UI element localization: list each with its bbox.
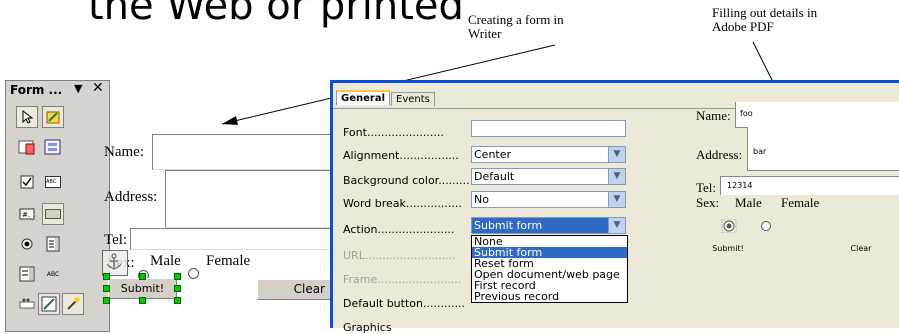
writer-tel-label: Tel: — [104, 232, 128, 248]
pdf-tel-label: Tel: — [696, 180, 717, 195]
writer-tel-field[interactable] — [130, 228, 334, 250]
selection-handle[interactable] — [174, 285, 181, 292]
chevron-down-icon[interactable]: ▼ — [608, 169, 625, 184]
writer-name-label: Name: — [104, 144, 144, 160]
chevron-down-icon[interactable]: ▼ — [608, 192, 625, 207]
pdf-tel-value: 12314 — [727, 181, 753, 190]
combo-box-icon[interactable] — [16, 263, 38, 285]
prop-action-select[interactable]: Submit form ▼ — [471, 217, 626, 234]
design-mode-icon[interactable] — [42, 106, 64, 128]
prop-label-alignment: Alignment................. — [343, 149, 459, 162]
selection-handle[interactable] — [174, 273, 181, 280]
form-controls-toolbar: Form ... ▼ ✕ ABC #. ABC — [5, 80, 110, 332]
prop-action-value: Submit form — [474, 219, 543, 232]
pdf-name-label: Name: — [696, 108, 731, 123]
pdf-male-label: Male — [735, 195, 762, 210]
selection-handle[interactable] — [139, 297, 146, 304]
toolbar-close-icon[interactable]: ✕ — [92, 80, 104, 96]
text-field-icon[interactable]: ABC — [42, 171, 64, 193]
pdf-address-value: bar — [753, 147, 767, 156]
form-properties-icon[interactable] — [42, 136, 64, 158]
prop-label-default-button: Default button............ — [343, 297, 465, 310]
writer-address-label: Address: — [104, 189, 158, 205]
action-option-previous-record[interactable]: Previous record — [472, 291, 627, 302]
prop-label-url: URL.......................... — [343, 249, 456, 262]
tab-events[interactable]: Events — [391, 92, 435, 106]
pdf-female-label: Female — [781, 195, 820, 210]
writer-submit-button[interactable]: Submit! — [108, 278, 177, 299]
selection-handle[interactable] — [103, 297, 110, 304]
text-field-abc-label: ABC — [45, 176, 61, 188]
pdf-tel-field[interactable]: 12314 — [720, 176, 899, 195]
prop-label-action: Action...................... — [343, 223, 455, 236]
chevron-down-icon[interactable]: ▼ — [608, 147, 625, 162]
prop-alignment-value: Center — [474, 148, 512, 161]
writer-female-radio[interactable] — [188, 268, 199, 279]
prop-background-color-select[interactable]: Default ▼ — [471, 168, 626, 185]
prop-label-graphics: Graphics — [343, 321, 392, 334]
pdf-sex-label: Sex: — [696, 195, 720, 210]
pdf-male-radio[interactable] — [721, 219, 737, 233]
prop-label-background-color: Background color......... — [343, 174, 470, 187]
formatted-field-icon[interactable]: #. — [16, 203, 38, 225]
writer-address-field[interactable] — [165, 170, 334, 228]
pdf-clear-button[interactable]: Clear — [823, 238, 899, 260]
push-button-icon[interactable] — [42, 203, 64, 225]
pdf-address-label: Address: — [696, 147, 743, 162]
selection-handle[interactable] — [103, 273, 110, 280]
chevron-down-icon[interactable]: ▼ — [608, 218, 625, 233]
form-design-icon[interactable] — [38, 293, 60, 315]
selection-handle[interactable] — [139, 273, 146, 280]
pdf-name-value: foo — [740, 109, 753, 118]
wizards-icon[interactable] — [62, 293, 84, 315]
label-field-abc-label: ABC — [46, 270, 60, 278]
prop-alignment-select[interactable]: Center ▼ — [471, 146, 626, 163]
tab-general[interactable]: General — [336, 90, 390, 105]
writer-clear-button[interactable]: Clear — [257, 279, 332, 300]
label-field-icon[interactable]: ABC — [42, 263, 64, 285]
more-controls-icon[interactable] — [16, 293, 38, 315]
selection-handle[interactable] — [174, 297, 181, 304]
toolbar-title: Form ... — [10, 83, 63, 97]
list-box-icon[interactable] — [42, 233, 64, 255]
selection-handle[interactable] — [103, 285, 110, 292]
prop-font-field[interactable] — [471, 120, 626, 137]
writer-male-label: Male — [150, 253, 181, 269]
option-button-icon[interactable] — [16, 233, 38, 255]
pdf-name-field[interactable]: foo — [735, 102, 899, 128]
writer-arrow-head — [222, 116, 238, 125]
checkbox-icon[interactable] — [16, 171, 38, 193]
pdf-submit-button[interactable]: Submit! — [698, 238, 758, 260]
writer-female-label: Female — [206, 253, 251, 269]
prop-word-break-select[interactable]: No ▼ — [471, 191, 626, 208]
prop-word-break-value: No — [474, 193, 489, 206]
toolbar-menu-arrow-icon[interactable]: ▼ — [74, 82, 82, 95]
control-properties-icon[interactable] — [16, 136, 38, 158]
prop-background-color-value: Default — [474, 170, 515, 183]
select-icon[interactable] — [16, 106, 38, 128]
action-dropdown-list: None Submit form Reset form Open documen… — [471, 235, 628, 303]
pdf-address-field[interactable]: bar — [747, 127, 899, 171]
prop-label-word-break: Word break................ — [343, 197, 462, 210]
prop-label-frame: Frame........................ — [343, 273, 462, 286]
pdf-female-radio[interactable] — [761, 221, 771, 231]
prop-label-font: Font...................... — [343, 126, 444, 139]
svg-text:#.: #. — [22, 211, 30, 219]
pdf-radio-group — [721, 219, 771, 233]
writer-name-field[interactable] — [152, 134, 334, 170]
